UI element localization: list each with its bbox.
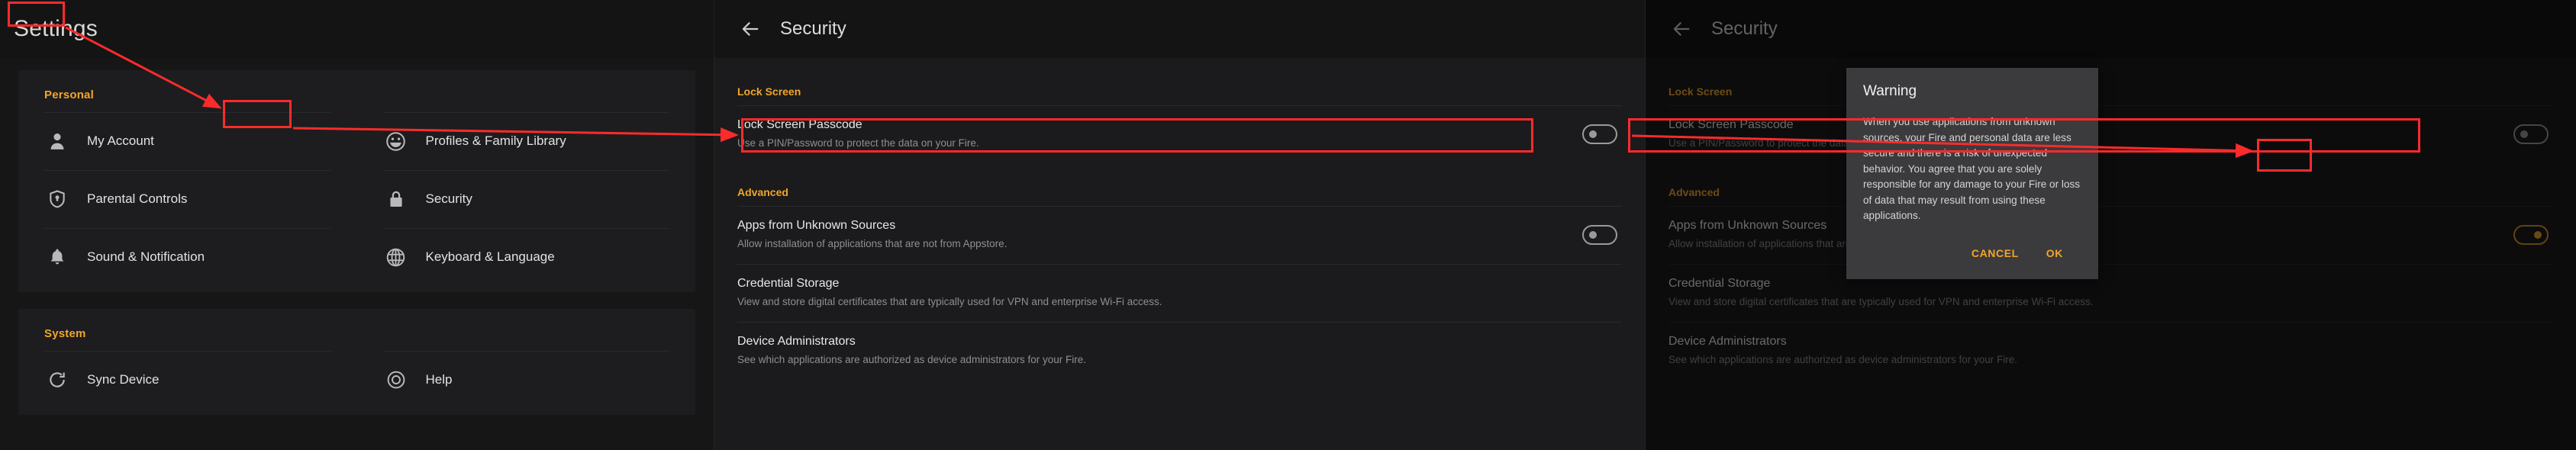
dialog-title: Warning: [1863, 83, 1917, 99]
person-icon: [44, 128, 70, 154]
sidebar-item-sound-notification[interactable]: Sound & Notification: [18, 228, 357, 286]
row-apps-from-unknown-sources[interactable]: Apps from Unknown Sources Allow installa…: [737, 206, 1622, 264]
row-title: Lock Screen Passcode: [737, 118, 862, 131]
lock-icon: [383, 186, 409, 212]
sidebar-item-label: Security: [425, 191, 472, 206]
security-topbar: Security: [714, 0, 1645, 58]
apps-from-unknown-sources-toggle[interactable]: [1582, 224, 1617, 245]
settings-panel: Settings Personal My Account Profiles & …: [0, 0, 714, 450]
row-title: Apps from Unknown Sources: [737, 219, 896, 232]
dialog-message: When you use applications from unknown s…: [1863, 116, 2081, 221]
back-arrow-icon[interactable]: [737, 16, 763, 42]
row-lock-screen-passcode[interactable]: Lock Screen Passcode Use a PIN/Password …: [737, 105, 1622, 163]
apps-from-unknown-sources-toggle[interactable]: [2513, 224, 2549, 245]
row-subtitle: View and store digital certificates that…: [1668, 296, 2094, 307]
section-heading-advanced: Advanced: [737, 186, 788, 198]
dialog-actions: CANCEL OK: [1863, 239, 2081, 272]
row-title: Device Administrators: [737, 335, 856, 348]
lock-screen-passcode-toggle[interactable]: [1582, 124, 1617, 144]
globe-icon: [383, 244, 409, 270]
system-group: System Sync Device Help: [18, 309, 695, 415]
row-subtitle: View and store digital certificates that…: [737, 296, 1162, 307]
row-apps-from-unknown-sources[interactable]: Apps from Unknown Sources Allow installa…: [1668, 206, 2553, 264]
sidebar-item-label: Help: [425, 372, 453, 387]
group-heading-system: System: [44, 327, 86, 340]
row-title: Device Administrators: [1668, 335, 1787, 348]
row-subtitle: See which applications are authorized as…: [737, 354, 1086, 365]
section-heading-lock-screen: Lock Screen: [1668, 85, 1733, 98]
security-content: Lock Screen Lock Screen Passcode Use a P…: [1646, 58, 2576, 450]
warning-dialog: Warning When you use applications from u…: [1846, 68, 2098, 279]
page-title: Security: [1711, 18, 1778, 39]
three-step-walkthrough: Settings Personal My Account Profiles & …: [0, 0, 2576, 450]
row-device-administrators[interactable]: Device Administrators See which applicat…: [1668, 322, 2553, 380]
row-subtitle: Allow installation of applications that …: [737, 238, 1008, 249]
page-title: Security: [780, 18, 846, 39]
ok-button[interactable]: OK: [2033, 239, 2077, 267]
shield-icon: [44, 186, 70, 212]
row-lock-screen-passcode[interactable]: Lock Screen Passcode Use a PIN/Password …: [1668, 105, 2553, 163]
sync-icon: [44, 367, 70, 393]
sidebar-item-label: Keyboard & Language: [425, 249, 555, 264]
sidebar-item-label: Parental Controls: [87, 191, 188, 206]
smiley-face-icon: [383, 128, 409, 154]
row-title: Credential Storage: [737, 277, 840, 290]
cancel-button[interactable]: CANCEL: [1958, 239, 2033, 267]
row-credential-storage[interactable]: Credential Storage View and store digita…: [737, 264, 1622, 322]
row-credential-storage[interactable]: Credential Storage View and store digita…: [1668, 264, 2553, 322]
security-panel: Security Lock Screen Lock Screen Passcod…: [714, 0, 1645, 450]
bell-icon: [44, 244, 70, 270]
sidebar-item-my-account[interactable]: My Account: [18, 112, 357, 170]
security-topbar: Security: [1646, 0, 2576, 58]
row-subtitle: See which applications are authorized as…: [1668, 354, 2017, 365]
lock-screen-passcode-toggle[interactable]: [2513, 124, 2549, 144]
sidebar-item-help[interactable]: Help: [357, 351, 696, 409]
back-arrow-icon[interactable]: [1668, 16, 1694, 42]
sidebar-item-keyboard-language[interactable]: Keyboard & Language: [357, 228, 696, 286]
settings-topbar: Settings: [0, 0, 714, 58]
sidebar-item-label: My Account: [87, 133, 154, 148]
sidebar-item-sync-device[interactable]: Sync Device: [18, 351, 357, 409]
security-panel-with-warning-dialog: Security Lock Screen Lock Screen Passcod…: [1645, 0, 2576, 450]
sidebar-item-profiles-family-library[interactable]: Profiles & Family Library: [357, 112, 696, 170]
sidebar-item-label: Sound & Notification: [87, 249, 205, 264]
help-icon: [383, 367, 409, 393]
sidebar-item-parental-controls[interactable]: Parental Controls: [18, 170, 357, 228]
group-heading-personal: Personal: [44, 88, 94, 101]
sidebar-item-label: Sync Device: [87, 372, 160, 387]
section-heading-advanced: Advanced: [1668, 186, 1720, 198]
section-heading-lock-screen: Lock Screen: [737, 85, 801, 98]
row-device-administrators[interactable]: Device Administrators See which applicat…: [737, 322, 1622, 380]
security-content: Lock Screen Lock Screen Passcode Use a P…: [714, 58, 1645, 450]
sidebar-item-security[interactable]: Security: [357, 170, 696, 228]
page-title: Settings: [14, 16, 98, 41]
row-title: Credential Storage: [1668, 277, 1771, 290]
personal-group: Personal My Account Profiles & Family Li…: [18, 70, 695, 292]
row-subtitle: Use a PIN/Password to protect the data o…: [737, 137, 979, 149]
sidebar-item-label: Profiles & Family Library: [425, 133, 566, 148]
